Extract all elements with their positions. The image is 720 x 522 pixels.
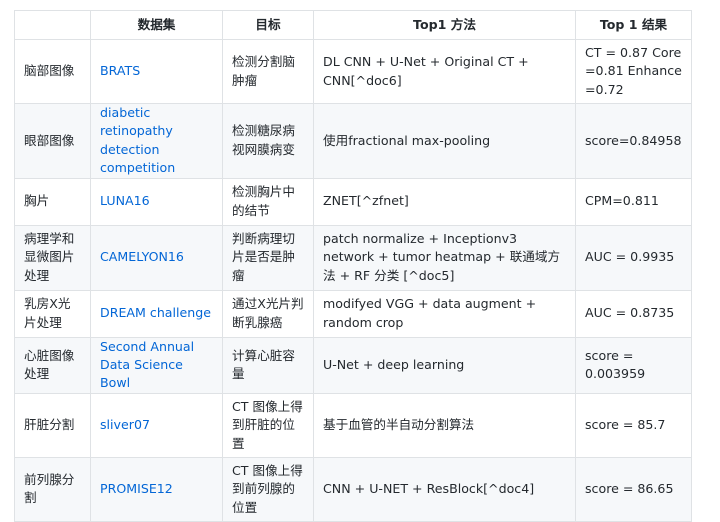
- cell-dataset: CAMELYON16: [90, 224, 223, 291]
- cell-dataset: BRATS: [90, 39, 223, 104]
- table-row: 前列腺分割 PROMISE12 CT 图像上得到前列腺的位置 CNN + U-N…: [14, 456, 692, 522]
- table-row: 乳房X光片处理 DREAM challenge 通过X光片判断乳腺癌 modif…: [14, 289, 692, 338]
- cell-dataset: diabetic retinopathy detection competiti…: [90, 103, 223, 179]
- cell-area: 病理学和显微图片处理: [14, 224, 91, 291]
- cell-result: score = 86.65: [575, 456, 692, 522]
- cell-dataset: DREAM challenge: [90, 289, 223, 338]
- dataset-link[interactable]: diabetic retinopathy detection competiti…: [100, 105, 175, 175]
- cell-method: U-Net + deep learning: [313, 336, 576, 394]
- cell-method: DL CNN + U-Net + Original CT + CNN[^doc6…: [313, 39, 576, 104]
- cell-result: CPM=0.811: [575, 177, 692, 226]
- dataset-link[interactable]: LUNA16: [100, 193, 150, 208]
- cell-method: modifyed VGG + data augment + random cro…: [313, 289, 576, 338]
- cell-area: 脑部图像: [14, 39, 91, 104]
- table-row: 眼部图像 diabetic retinopathy detection comp…: [14, 103, 692, 179]
- cell-method: 基于血管的半自动分割算法: [313, 392, 576, 458]
- table-row: 肝脏分割 sliver07 CT 图像上得到肝脏的位置 基于血管的半自动分割算法…: [14, 392, 692, 458]
- header-method: Top1 方法: [313, 10, 576, 40]
- cell-goal: 检测胸片中的结节: [222, 177, 314, 226]
- cell-goal: 计算心脏容量: [222, 336, 314, 394]
- table-row: 心脏图像处理 Second Annual Data Science Bowl 计…: [14, 336, 692, 394]
- results-table: 数据集 目标 Top1 方法 Top 1 结果 脑部图像 BRATS 检测分割脑…: [14, 10, 692, 522]
- header-result: Top 1 结果: [575, 10, 692, 40]
- cell-method: patch normalize + Inceptionv3 network + …: [313, 224, 576, 291]
- cell-goal: CT 图像上得到前列腺的位置: [222, 456, 314, 522]
- cell-goal: 判断病理切片是否是肿瘤: [222, 224, 314, 291]
- cell-area: 心脏图像处理: [14, 336, 91, 394]
- cell-goal: 检测分割脑肿瘤: [222, 39, 314, 104]
- table-row: 病理学和显微图片处理 CAMELYON16 判断病理切片是否是肿瘤 patch …: [14, 224, 692, 291]
- cell-method: ZNET[^zfnet]: [313, 177, 576, 226]
- cell-result: score = 0.003959: [575, 336, 692, 394]
- table-row: 胸片 LUNA16 检测胸片中的结节 ZNET[^zfnet] CPM=0.81…: [14, 177, 692, 226]
- cell-dataset: PROMISE12: [90, 456, 223, 522]
- cell-dataset: Second Annual Data Science Bowl: [90, 336, 223, 394]
- cell-result: score = 85.7: [575, 392, 692, 458]
- dataset-link[interactable]: sliver07: [100, 417, 150, 432]
- cell-method: 使用fractional max-pooling: [313, 103, 576, 179]
- table-row: 脑部图像 BRATS 检测分割脑肿瘤 DL CNN + U-Net + Orig…: [14, 39, 692, 104]
- cell-result: score=0.84958: [575, 103, 692, 179]
- cell-area: 前列腺分割: [14, 456, 91, 522]
- dataset-link[interactable]: BRATS: [100, 63, 140, 78]
- cell-area: 肝脏分割: [14, 392, 91, 458]
- cell-result: AUC = 0.9935: [575, 224, 692, 291]
- cell-area: 眼部图像: [14, 103, 91, 179]
- dataset-link[interactable]: PROMISE12: [100, 481, 173, 496]
- results-table-container: 数据集 目标 Top1 方法 Top 1 结果 脑部图像 BRATS 检测分割脑…: [14, 10, 692, 522]
- header-goal: 目标: [222, 10, 314, 40]
- cell-area: 乳房X光片处理: [14, 289, 91, 338]
- cell-result: AUC = 0.8735: [575, 289, 692, 338]
- header-dataset: 数据集: [90, 10, 223, 40]
- cell-dataset: sliver07: [90, 392, 223, 458]
- cell-dataset: LUNA16: [90, 177, 223, 226]
- cell-area: 胸片: [14, 177, 91, 226]
- header-area: [14, 10, 91, 40]
- dataset-link[interactable]: DREAM challenge: [100, 305, 211, 320]
- dataset-link[interactable]: CAMELYON16: [100, 249, 184, 264]
- cell-method: CNN + U-NET + ResBlock[^doc4]: [313, 456, 576, 522]
- cell-result: CT = 0.87 Core =0.81 Enhance =0.72: [575, 39, 692, 104]
- cell-goal: 检测糖尿病视网膜病变: [222, 103, 314, 179]
- cell-goal: CT 图像上得到肝脏的位置: [222, 392, 314, 458]
- dataset-link[interactable]: Second Annual Data Science Bowl: [100, 339, 194, 391]
- cell-goal: 通过X光片判断乳腺癌: [222, 289, 314, 338]
- table-header-row: 数据集 目标 Top1 方法 Top 1 结果: [14, 10, 692, 40]
